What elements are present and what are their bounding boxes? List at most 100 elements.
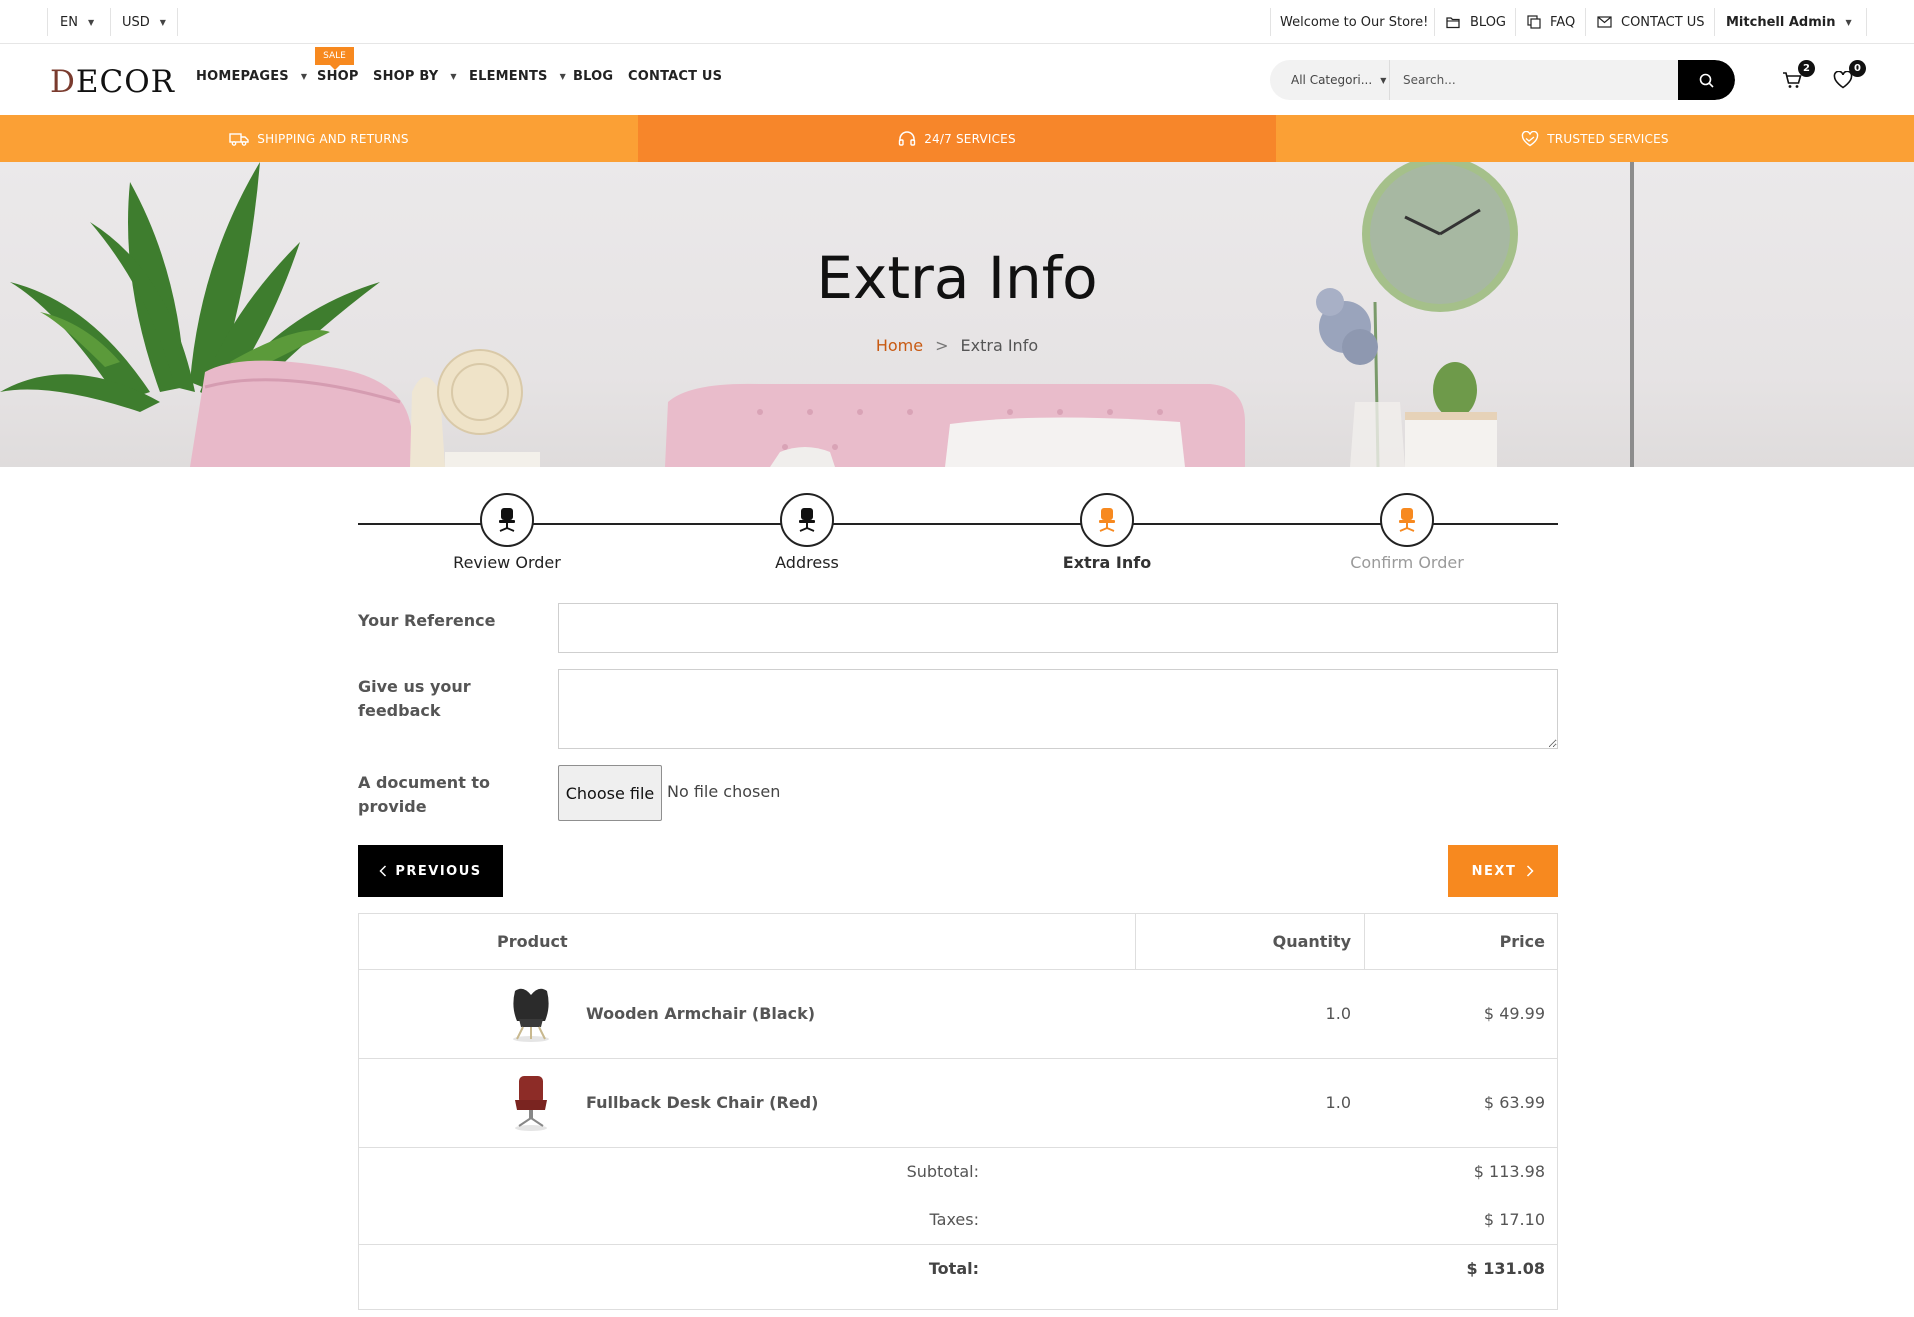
page-title: Extra Info xyxy=(816,244,1098,312)
next-button-label: NEXT xyxy=(1471,863,1517,879)
top-blog-link[interactable]: BLOG xyxy=(1446,0,1506,44)
feedback-label-line-2: feedback xyxy=(358,701,441,720)
total-value: $ 131.08 xyxy=(1466,1259,1545,1278)
column-header-price: Price xyxy=(1499,932,1545,951)
row-divider xyxy=(359,1058,1557,1059)
top-faq-link[interactable]: FAQ xyxy=(1527,0,1575,44)
nav-elements[interactable]: ELEMENTS ▼ xyxy=(469,69,566,84)
divider xyxy=(177,8,178,36)
product-name[interactable]: Fullback Desk Chair (Red) xyxy=(586,1093,818,1112)
previous-button[interactable]: PREVIOUS xyxy=(358,845,503,897)
search-icon xyxy=(1699,73,1714,88)
step-label: Extra Info xyxy=(1062,553,1152,572)
cart-count-badge: 2 xyxy=(1798,60,1815,77)
step-icon-circle xyxy=(1380,493,1434,547)
divider xyxy=(1585,8,1586,36)
sale-badge: SALE xyxy=(315,47,354,70)
site-logo[interactable]: DECOR xyxy=(50,64,175,100)
taxes-label: Taxes: xyxy=(929,1210,979,1229)
search-input[interactable] xyxy=(1391,60,1676,100)
product-image-black-armchair[interactable] xyxy=(503,981,559,1045)
chevron-down-icon: ▼ xyxy=(450,72,457,81)
subtotal-value: $ 113.98 xyxy=(1473,1162,1545,1181)
blog-link-label: BLOG xyxy=(1470,14,1507,30)
heart-handshake-icon xyxy=(1522,130,1539,146)
nav-contact-us[interactable]: CONTACT US xyxy=(628,69,722,84)
language-selector[interactable]: EN ▼ xyxy=(60,0,94,44)
wizard-step-confirm-order[interactable]: Confirm Order xyxy=(1257,493,1557,572)
wizard-step-extra-info[interactable]: Extra Info xyxy=(957,493,1257,572)
nav-shop-by-label: SHOP BY xyxy=(373,69,439,84)
nav-shop-by[interactable]: SHOP BY ▼ xyxy=(373,69,457,84)
folder-icon xyxy=(1446,16,1460,28)
product-image-red-desk-chair[interactable] xyxy=(503,1070,559,1134)
nav-homepages-label: HOMEPAGES xyxy=(196,69,289,84)
step-label: Review Order xyxy=(453,553,561,572)
column-header-product: Product xyxy=(497,932,568,951)
nav-elements-label: ELEMENTS xyxy=(469,69,548,84)
chevron-down-icon: ▼ xyxy=(159,17,166,27)
chevron-down-icon: ▼ xyxy=(559,72,566,81)
user-menu[interactable]: Mitchell Admin ▼ xyxy=(1726,0,1852,44)
divider xyxy=(110,8,111,36)
welcome-label: Welcome to Our Store! xyxy=(1280,14,1429,30)
service-trusted: TRUSTED SERVICES xyxy=(1276,115,1914,162)
mail-icon xyxy=(1597,16,1612,28)
chevron-down-icon: ▼ xyxy=(1845,17,1852,27)
column-divider xyxy=(1364,914,1365,969)
feedback-textarea[interactable] xyxy=(558,669,1558,749)
breadcrumb: Home > Extra Info xyxy=(0,336,1914,355)
category-select[interactable]: All Categori... ▼ xyxy=(1270,60,1390,100)
breadcrumb-home[interactable]: Home xyxy=(876,336,923,355)
service-trusted-label: TRUSTED SERVICES xyxy=(1547,131,1669,146)
divider xyxy=(1270,8,1271,36)
row-divider xyxy=(359,1147,1557,1148)
chair-icon xyxy=(799,508,815,532)
nav-homepages[interactable]: HOMEPAGES ▼ xyxy=(196,69,307,84)
logo-initial: D xyxy=(50,64,76,100)
breadcrumb-separator: > xyxy=(935,336,949,355)
category-select-label: All Categori... xyxy=(1291,73,1373,87)
column-divider xyxy=(1135,914,1136,969)
divider xyxy=(1866,8,1867,36)
feedback-label-line-1: Give us your xyxy=(358,677,471,696)
nav-blog[interactable]: BLOG xyxy=(573,69,613,84)
chair-icon xyxy=(1399,508,1415,532)
step-icon-circle xyxy=(1080,493,1134,547)
chevron-right-icon xyxy=(1527,865,1534,877)
service-shipping: SHIPPING AND RETURNS xyxy=(0,115,638,162)
chevron-down-icon: ▼ xyxy=(1380,75,1387,85)
divider xyxy=(1515,8,1516,36)
language-label: EN xyxy=(60,14,78,30)
wizard-step-address[interactable]: Address xyxy=(657,493,957,572)
chair-icon xyxy=(1099,508,1115,532)
step-label: Confirm Order xyxy=(1350,553,1464,572)
cart-button[interactable]: 2 xyxy=(1779,60,1815,92)
service-strip: SHIPPING AND RETURNS 24/7 SERVICES TRUST… xyxy=(0,115,1914,162)
chevron-down-icon: ▼ xyxy=(87,17,95,27)
divider xyxy=(1434,8,1435,36)
document-label-line-2: provide xyxy=(358,797,427,816)
service-support: 24/7 SERVICES xyxy=(638,115,1276,162)
choose-file-button[interactable]: Choose file xyxy=(558,765,662,821)
truck-icon xyxy=(229,132,249,146)
service-support-label: 24/7 SERVICES xyxy=(924,131,1016,146)
nav-shop[interactable]: SHOP xyxy=(317,69,359,84)
product-price: $ 63.99 xyxy=(1483,1093,1545,1112)
reference-label: Your Reference xyxy=(358,611,496,630)
wizard-step-review-order[interactable]: Review Order xyxy=(357,493,657,572)
previous-button-label: PREVIOUS xyxy=(395,863,482,879)
search-button[interactable] xyxy=(1678,60,1735,100)
next-button[interactable]: NEXT xyxy=(1448,845,1558,897)
step-icon-circle xyxy=(780,493,834,547)
wishlist-count-badge: 0 xyxy=(1849,60,1866,77)
nav-shop-label: SHOP xyxy=(317,69,359,84)
wishlist-button[interactable]: 0 xyxy=(1830,60,1866,92)
top-bar: EN ▼ USD ▼ Welcome to Our Store! BLOG FA… xyxy=(0,0,1914,44)
reference-input[interactable] xyxy=(558,603,1558,653)
top-contact-link[interactable]: CONTACT US xyxy=(1597,0,1705,44)
currency-selector[interactable]: USD ▼ xyxy=(122,0,166,44)
column-header-quantity: Quantity xyxy=(1272,932,1351,951)
product-price: $ 49.99 xyxy=(1483,1004,1545,1023)
product-name[interactable]: Wooden Armchair (Black) xyxy=(586,1004,815,1023)
